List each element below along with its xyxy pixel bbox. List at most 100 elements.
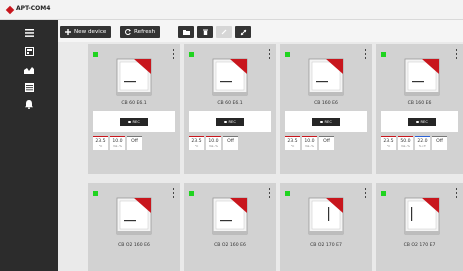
devices-grid-icon <box>24 46 34 56</box>
reading-co2: 10.0 Vol.-% <box>110 136 125 150</box>
title-bar: APT-COM4 <box>0 0 463 20</box>
card-menu-button[interactable] <box>364 188 367 198</box>
card-menu-button[interactable] <box>172 49 175 59</box>
status-online-indicator <box>381 191 386 196</box>
status-online-indicator <box>93 191 98 196</box>
reading-value: 23.5 <box>287 138 298 144</box>
reading-value: Off <box>436 138 443 144</box>
device-card[interactable]: CB 60 E6.1 REC 23.5 °C 10.0 Vol.-% Off <box>88 44 180 174</box>
incubator-image <box>116 58 152 96</box>
refresh-button[interactable]: Refresh <box>120 26 161 38</box>
rec-button[interactable]: REC <box>312 118 340 126</box>
reading-value: 10.0 <box>304 138 315 144</box>
reading-unit: °C <box>194 144 199 148</box>
device-card[interactable]: CB O2 160 E6 <box>88 183 180 271</box>
record-dot-icon <box>128 120 131 124</box>
status-online-indicator <box>189 191 194 196</box>
card-menu-button[interactable] <box>172 188 175 198</box>
rec-button[interactable]: REC <box>408 118 436 126</box>
device-card[interactable]: CB O2 160 E6 <box>184 183 276 271</box>
reading-unit: Vol.-% <box>209 144 218 148</box>
incubator-image <box>212 197 248 235</box>
sidebar <box>0 20 58 271</box>
rec-button[interactable]: REC <box>216 118 244 126</box>
device-name: CB 160 E6 <box>314 101 338 106</box>
rec-label: REC <box>228 120 236 124</box>
app-logo-icon <box>5 5 15 15</box>
plus-icon <box>65 29 71 35</box>
expand-button[interactable] <box>235 26 251 38</box>
toolbar: New device Refresh <box>58 20 463 42</box>
reading-co2: 10.0 Vol.-% <box>302 136 317 150</box>
bell-icon <box>25 99 33 109</box>
new-device-button[interactable]: New device <box>60 26 112 38</box>
card-menu-button[interactable] <box>268 49 271 59</box>
folder-icon <box>182 29 190 35</box>
folder-button[interactable] <box>178 26 194 38</box>
sidebar-item-alarms[interactable] <box>0 97 58 111</box>
device-card[interactable]: CB 160 E6 REC 23.5 °C 10.0 Vol.-% Off <box>280 44 372 174</box>
device-name: CB 60 E6.1 <box>121 101 147 106</box>
chart-icon <box>24 67 34 74</box>
card-menu-button[interactable] <box>455 49 458 59</box>
record-dot-icon <box>320 120 323 124</box>
reading-value: 50.0 <box>400 138 411 144</box>
status-online-indicator <box>93 52 98 57</box>
record-panel: REC <box>381 111 458 132</box>
reading-unit: % r.F. <box>418 144 427 148</box>
record-panel: REC <box>189 111 271 132</box>
device-card[interactable]: CB O2 170 E7 <box>280 183 372 271</box>
reading-unit: °C <box>98 144 103 148</box>
reading-value: 23.5 <box>383 138 394 144</box>
device-card[interactable]: CB 160 E6 REC 23.5 °C 50.0 Vol.-% 22.0 %… <box>376 44 463 174</box>
incubator-image <box>404 197 440 235</box>
reading-temperature: 23.5 °C <box>285 136 300 150</box>
hamburger-menu-icon <box>24 29 34 37</box>
card-menu-button[interactable] <box>364 49 367 59</box>
reading-value: 23.5 <box>191 138 202 144</box>
list-icon <box>24 82 34 92</box>
rec-button[interactable]: REC <box>120 118 148 126</box>
status-online-indicator <box>189 52 194 57</box>
card-menu-button[interactable] <box>455 188 458 198</box>
sidebar-item-devices[interactable] <box>0 44 58 58</box>
delete-button[interactable] <box>197 26 213 38</box>
rec-label: REC <box>132 120 140 124</box>
link-button[interactable] <box>216 26 232 38</box>
refresh-icon <box>125 29 131 35</box>
reading-temperature: 23.5 °C <box>189 136 204 150</box>
reading-unit: °C <box>290 144 295 148</box>
incubator-image <box>308 197 344 235</box>
device-card[interactable]: CB O2 170 E7 <box>376 183 463 271</box>
reading-humidity: 22.0 % r.F. <box>415 136 430 150</box>
record-panel: REC <box>285 111 367 132</box>
status-online-indicator <box>381 52 386 57</box>
rec-label: REC <box>420 120 428 124</box>
readings: 23.5 °C 50.0 Vol.-% 22.0 % r.F. Off <box>381 136 447 150</box>
reading-off: Off <box>127 136 142 150</box>
sidebar-item-list[interactable] <box>0 80 58 94</box>
sidebar-menu-button[interactable] <box>0 26 58 40</box>
link-icon <box>221 29 227 35</box>
reading-unit: °C <box>386 144 391 148</box>
expand-icon <box>240 29 246 35</box>
incubator-image <box>116 197 152 235</box>
card-menu-button[interactable] <box>268 188 271 198</box>
reading-value: 22.0 <box>417 138 428 144</box>
reading-value: 10.0 <box>208 138 219 144</box>
device-name: CB O2 170 E7 <box>403 243 436 248</box>
reading-off: Off <box>223 136 238 150</box>
readings: 23.5 °C 10.0 Vol.-% Off <box>285 136 334 150</box>
refresh-label: Refresh <box>134 29 156 35</box>
record-panel: REC <box>93 111 175 132</box>
status-online-indicator <box>285 52 290 57</box>
reading-temperature: 23.5 °C <box>93 136 108 150</box>
reading-value: Off <box>131 138 138 144</box>
reading-unit: Vol.-% <box>113 144 122 148</box>
sidebar-item-charts[interactable] <box>0 63 58 77</box>
reading-temperature: 23.5 °C <box>381 136 396 150</box>
device-card[interactable]: CB 60 E6.1 REC 23.5 °C 10.0 Vol.-% Off <box>184 44 276 174</box>
reading-value: 23.5 <box>95 138 106 144</box>
reading-co2: 50.0 Vol.-% <box>398 136 413 150</box>
reading-unit: Vol.-% <box>305 144 314 148</box>
